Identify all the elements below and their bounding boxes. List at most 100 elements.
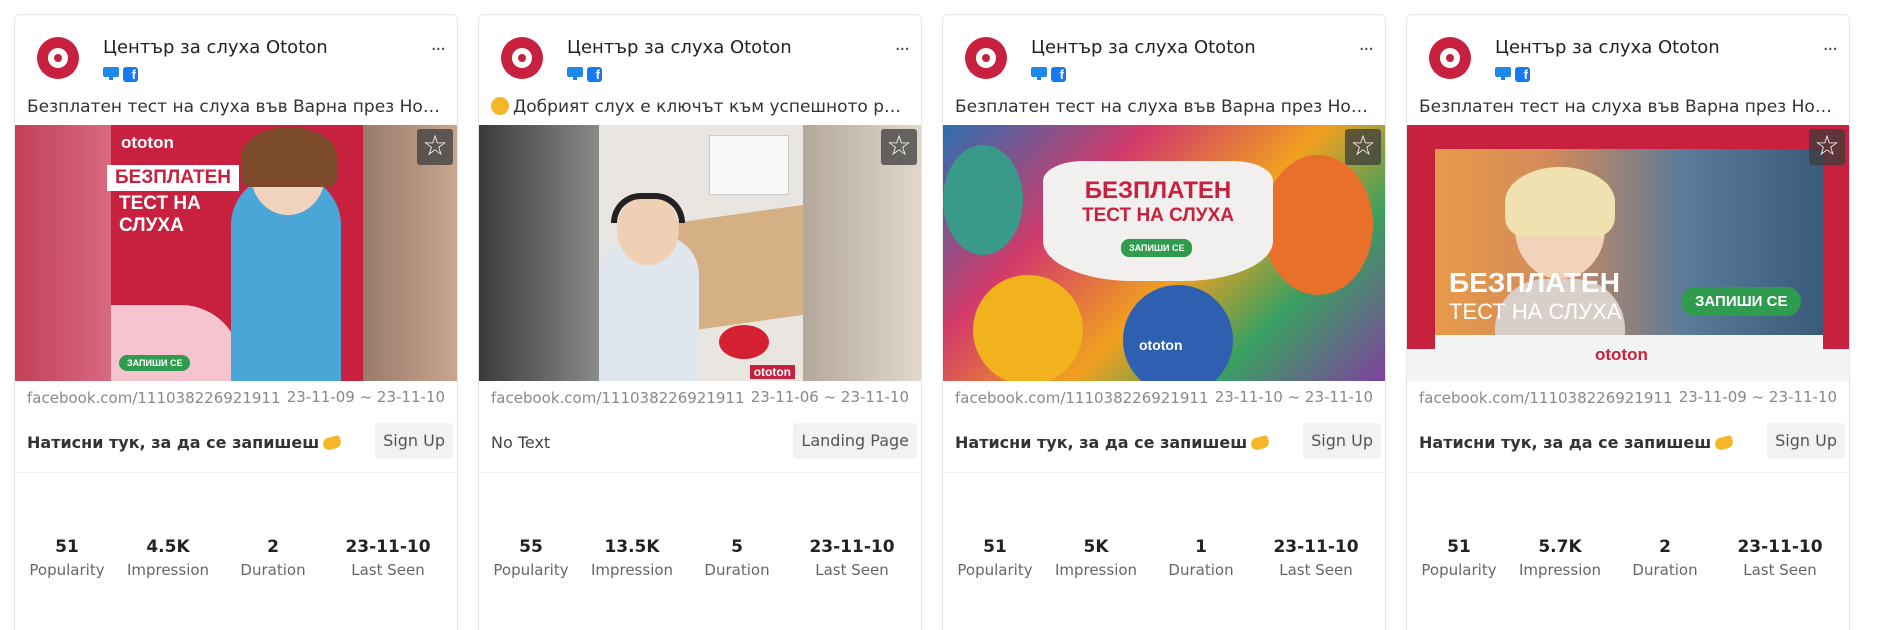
creative-main: ototon: [599, 125, 803, 381]
facebook-icon: f: [1051, 67, 1066, 82]
stat-impression-value: 5.7K: [1538, 537, 1582, 557]
stat-last-seen-value: 23-11-10: [809, 537, 895, 557]
more-options-icon[interactable]: ···: [1359, 41, 1374, 59]
desktop-icon: [567, 67, 583, 80]
ad-date-range: 23-11-09 ~ 23-11-10: [1678, 388, 1837, 406]
cta-text: No Text: [491, 433, 551, 452]
stat-duration-value: 2: [267, 537, 279, 557]
creative-headline-2: ТЕСТ НА: [119, 193, 201, 214]
advertiser-name[interactable]: Център за слуха Ototon: [1495, 37, 1720, 58]
pointing-hand-icon: [322, 434, 343, 452]
card-header: Център за слуха Ototon f ···: [15, 15, 457, 89]
ad-meta: facebook.com/111038226921911 23-11-09 ~ …: [1407, 381, 1849, 415]
ad-date-range: 23-11-06 ~ 23-11-10: [750, 388, 909, 406]
platform-icons: f: [1495, 67, 1530, 82]
desktop-icon: [1031, 67, 1047, 80]
creative-cta: ЗАПИШИ СЕ: [119, 355, 191, 371]
stat-duration-label: Duration: [1168, 561, 1234, 579]
pointing-hand-icon: [1250, 434, 1271, 452]
advertiser-name[interactable]: Център за слуха Ototon: [1031, 37, 1256, 58]
creative-headline-1: БЕЗПЛАТЕН: [107, 165, 239, 191]
stat-duration-label: Duration: [240, 561, 306, 579]
stat-impression-label: Impression: [590, 561, 674, 579]
advertiser-logo[interactable]: [37, 37, 79, 79]
stat-last-seen-value: 23-11-10: [345, 537, 431, 557]
facebook-icon: f: [1515, 67, 1530, 82]
stat-popularity-label: Popularity: [29, 561, 105, 579]
ad-meta: facebook.com/111038226921911 23-11-06 ~ …: [479, 381, 921, 415]
stat-popularity-value: 55: [519, 537, 543, 557]
stat-last-seen-label: Last Seen: [351, 561, 425, 579]
creative-main: ototon БЕЗПЛАТЕН ТЕСТ НА СЛУХА ЗАПИШИ СЕ: [107, 125, 363, 381]
sign-up-button[interactable]: Sign Up: [1303, 423, 1381, 459]
stat-duration-value: 5: [731, 537, 743, 557]
advertiser-logo[interactable]: [501, 37, 543, 79]
ad-stats: 55 Popularity 13.5K Impression 5 Duration 2…: [479, 537, 921, 579]
stat-popularity-value: 51: [1447, 537, 1471, 557]
more-options-icon[interactable]: ···: [1823, 41, 1838, 59]
card-header: Център за слуха Ototon f ···: [943, 15, 1385, 89]
advertiser-logo[interactable]: [1429, 37, 1471, 79]
ad-domain: facebook.com/111038226921911: [1419, 389, 1673, 407]
advertiser-name[interactable]: Център за слуха Ototon: [567, 37, 792, 58]
ad-creative[interactable]: ototon ☆: [479, 125, 921, 381]
ad-creative[interactable]: БЕЗПЛАТЕН ТЕСТ НА СЛУХА ЗАПИШИ СЕ ototon…: [1407, 125, 1849, 381]
platform-icons: f: [103, 67, 138, 82]
ad-caption: Безплатен тест на слуха във Варна през Н…: [955, 97, 1385, 117]
ad-domain: facebook.com/111038226921911: [27, 389, 281, 407]
creative-cta: ЗАПИШИ СЕ: [1121, 239, 1193, 257]
stat-impression-value: 4.5K: [146, 537, 190, 557]
card-header: Център за слуха Ototon f ···: [479, 15, 921, 89]
stat-impression-value: 5K: [1083, 537, 1109, 557]
platform-icons: f: [567, 67, 602, 82]
ad-card[interactable]: Център за слуха Ototon f ··· Безплатен т…: [1406, 14, 1850, 630]
ad-creative[interactable]: БЕЗПЛАТЕН ТЕСТ НА СЛУХА ЗАПИШИ СЕ ototon…: [943, 125, 1385, 381]
pointing-hand-icon: [1714, 434, 1735, 452]
ad-stats: 51 Popularity 5.7K Impression 2 Duration 23…: [1407, 537, 1849, 579]
stat-popularity-value: 51: [983, 537, 1007, 557]
stat-impression-label: Impression: [126, 561, 210, 579]
stat-last-seen-label: Last Seen: [1743, 561, 1817, 579]
more-options-icon[interactable]: ···: [895, 41, 910, 59]
stat-last-seen-label: Last Seen: [1279, 561, 1353, 579]
creative-headline-3: СЛУХА: [119, 215, 184, 236]
star-outline-icon[interactable]: ☆: [417, 129, 453, 165]
stat-duration-value: 2: [1659, 537, 1671, 557]
cta-text: Натисни тук, за да се запишеш: [1419, 433, 1735, 452]
ad-card[interactable]: Център за слуха Ototon f ··· Безплатен т…: [14, 14, 458, 630]
ad-creative[interactable]: ototon БЕЗПЛАТЕН ТЕСТ НА СЛУХА ЗАПИШИ СЕ…: [15, 125, 457, 381]
stat-impression-label: Impression: [1054, 561, 1138, 579]
ad-cta-row: Натисни тук, за да се запишеш Sign Up: [1407, 415, 1849, 473]
ad-caption: Безплатен тест на слуха във Варна през Н…: [1419, 97, 1849, 117]
ad-caption: Безплатен тест на слуха във Варна през Н…: [27, 97, 457, 117]
ad-stats: 51 Popularity 4.5K Impression 2 Duration 23…: [15, 537, 457, 579]
star-outline-icon[interactable]: ☆: [1809, 129, 1845, 165]
ad-meta: facebook.com/111038226921911 23-11-10 ~ …: [943, 381, 1385, 415]
stat-popularity-label: Popularity: [1421, 561, 1497, 579]
stat-popularity-label: Popularity: [493, 561, 569, 579]
ad-card[interactable]: Център за слуха Ototon f ··· Добрият слу…: [478, 14, 922, 630]
stat-last-seen-value: 23-11-10: [1737, 537, 1823, 557]
star-outline-icon[interactable]: ☆: [881, 129, 917, 165]
landing-page-button[interactable]: Landing Page: [793, 423, 917, 459]
cta-text: Натисни тук, за да се запишеш: [955, 433, 1271, 452]
card-header: Център за слуха Ototon f ···: [1407, 15, 1849, 89]
ad-cta-row: No Text Landing Page: [479, 415, 921, 473]
stat-popularity-label: Popularity: [957, 561, 1033, 579]
more-options-icon[interactable]: ···: [431, 41, 446, 59]
creative-brand: ototon: [1139, 337, 1183, 353]
advertiser-logo[interactable]: [965, 37, 1007, 79]
ad-card[interactable]: Център за слуха Ototon f ··· Безплатен т…: [942, 14, 1386, 630]
ad-card-grid: Център за слуха Ototon f ··· Безплатен т…: [0, 0, 1878, 630]
creative-panel: БЕЗПЛАТЕН ТЕСТ НА СЛУХА ЗАПИШИ СЕ: [1043, 161, 1273, 281]
creative-cta: ЗАПИШИ СЕ: [1681, 287, 1802, 316]
sign-up-button[interactable]: Sign Up: [1767, 423, 1845, 459]
creative-blur-left: [479, 125, 599, 381]
sign-up-button[interactable]: Sign Up: [375, 423, 453, 459]
desktop-icon: [1495, 67, 1511, 80]
star-outline-icon[interactable]: ☆: [1345, 129, 1381, 165]
advertiser-name[interactable]: Център за слуха Ototon: [103, 37, 328, 58]
ad-cta-row: Натисни тук, за да се запишеш Sign Up: [15, 415, 457, 473]
facebook-icon: f: [587, 67, 602, 82]
ad-date-range: 23-11-10 ~ 23-11-10: [1214, 388, 1373, 406]
